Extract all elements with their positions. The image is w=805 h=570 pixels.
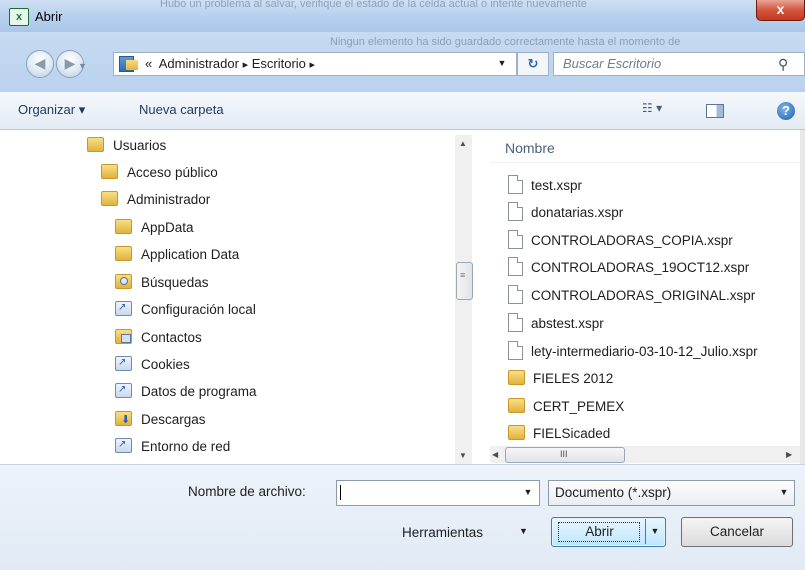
change-view-icon[interactable]: ☷ ▾ (642, 101, 662, 115)
file-type-dropdown-icon[interactable]: ▼ (776, 481, 792, 503)
folder-icon (101, 191, 118, 206)
filename-dropdown-icon[interactable]: ▼ (519, 481, 537, 503)
folder-icon (508, 370, 525, 385)
tree-item-configuracion-local[interactable]: Configuración local (115, 297, 256, 321)
column-header-name[interactable]: Nombre (505, 140, 555, 156)
file-icon (508, 230, 523, 249)
scrollbar-thumb[interactable] (456, 262, 473, 300)
breadcrumb-separator-icon[interactable]: ▸ (243, 59, 249, 71)
file-type-value: Documento (*.xspr) (555, 485, 672, 500)
scrollbar-grip-icon: III (560, 449, 568, 459)
shortcut-icon (115, 434, 132, 456)
file-list-vertical-scrollbar[interactable] (800, 130, 805, 464)
folder-icon (87, 137, 104, 152)
folder-item-fieles-2012[interactable]: FIELES 2012 (508, 368, 613, 390)
search-placeholder: Buscar Escritorio (563, 56, 662, 71)
filename-input[interactable] (336, 480, 540, 506)
tree-item-descargas[interactable]: Descargas (115, 409, 206, 431)
file-item-controladoras-copia[interactable]: CONTROLADORAS_COPIA.xspr (508, 230, 733, 252)
folder-item-fielsicaded[interactable]: FIELSicaded (508, 423, 610, 445)
tree-item-entorno-de-red[interactable]: Entorno de red (115, 434, 230, 458)
window-title: Abrir (35, 9, 63, 24)
scroll-down-icon[interactable]: ▼ (459, 451, 467, 460)
file-icon (508, 285, 523, 304)
navigation-pane (0, 130, 478, 464)
file-item-lety-intermediario[interactable]: lety-intermediario-03-10-12_Julio.xspr (508, 341, 800, 363)
scroll-right-icon[interactable]: ▶ (786, 450, 792, 459)
focus-rectangle (558, 522, 640, 542)
file-item-abstest[interactable]: abstest.xspr (508, 313, 604, 335)
open-options-dropdown-icon[interactable]: ▼ (648, 517, 662, 545)
tree-item-datos-de-programa[interactable]: Datos de programa (115, 379, 257, 403)
file-item-controladoras-original[interactable]: CONTROLADORAS_ORIGINAL.xspr (508, 285, 755, 307)
cancel-button[interactable]: Cancelar (681, 517, 793, 547)
contacts-folder-icon (115, 329, 132, 344)
tree-item-contactos[interactable]: Contactos (115, 327, 202, 349)
file-item-controladoras-19oct12[interactable]: CONTROLADORAS_19OCT12.xspr (508, 257, 749, 279)
tree-item-acceso-publico[interactable]: Acceso público (101, 162, 218, 184)
file-icon (508, 257, 523, 276)
tools-dropdown-icon[interactable]: ▼ (519, 526, 528, 536)
breadcrumb-administrador[interactable]: Administrador (159, 56, 239, 71)
file-item-donatarias[interactable]: donatarias.xspr (508, 202, 623, 224)
file-item-test[interactable]: test.xspr (508, 175, 582, 197)
tools-button[interactable]: Herramientas (402, 525, 483, 540)
folder-icon (101, 164, 118, 179)
back-button[interactable]: ◀ (26, 50, 54, 78)
breadcrumb: « Administrador ▸ Escritorio ▸ (145, 53, 315, 75)
command-bar (0, 92, 805, 130)
filename-label: Nombre de archivo: (188, 484, 306, 499)
file-icon (508, 313, 523, 332)
column-header-divider (490, 162, 800, 163)
organize-button[interactable]: Organizar ▾ (18, 102, 85, 118)
tree-item-busquedas[interactable]: Búsquedas (115, 272, 209, 294)
breadcrumb-overflow[interactable]: « (145, 56, 152, 71)
downloads-folder-icon (115, 409, 132, 431)
open-split-divider (645, 519, 646, 544)
address-dropdown-icon[interactable]: ▼ (492, 52, 512, 74)
folder-icon (115, 246, 132, 261)
background-text-1: Hubo un problema al salvar, verifique el… (160, 0, 587, 10)
preview-pane-icon[interactable] (706, 104, 724, 118)
scroll-up-icon[interactable]: ▲ (459, 139, 467, 148)
help-icon[interactable]: ? (777, 102, 795, 120)
tree-item-usuarios[interactable]: Usuarios (87, 135, 166, 157)
scroll-left-icon[interactable]: ◀ (492, 450, 498, 459)
text-caret (340, 485, 341, 500)
tree-item-administrador[interactable]: Administrador (101, 189, 210, 211)
breadcrumb-escritorio[interactable]: Escritorio (252, 56, 306, 71)
tree-item-cookies[interactable]: Cookies (115, 352, 190, 376)
folder-icon (115, 219, 132, 234)
background-text-2: Ningun elemento ha sido guardado correct… (330, 36, 681, 48)
refresh-button[interactable]: ↻ (517, 52, 549, 76)
shortcut-icon (115, 379, 132, 401)
folder-icon (508, 398, 525, 413)
file-icon (508, 341, 523, 360)
shortcut-icon (115, 297, 132, 319)
file-icon (508, 175, 523, 194)
search-folder-icon (115, 274, 132, 289)
search-icon[interactable]: ⚲ (778, 53, 788, 75)
folder-location-icon (126, 60, 138, 70)
shortcut-icon (115, 352, 132, 374)
folder-item-cert-pemex[interactable]: CERT_PEMEX (508, 396, 624, 418)
folder-icon (508, 425, 525, 440)
excel-app-icon: x (9, 8, 29, 26)
new-folder-button[interactable]: Nueva carpeta (139, 102, 224, 117)
recent-locations-dropdown-icon[interactable]: ▼ (78, 61, 87, 71)
breadcrumb-separator-icon[interactable]: ▸ (310, 59, 316, 71)
tree-item-appdata[interactable]: AppData (115, 217, 194, 239)
file-icon (508, 202, 523, 221)
tree-item-application-data[interactable]: Application Data (115, 244, 239, 266)
close-button[interactable]: x (756, 0, 805, 21)
scrollbar-grip-icon: ≡ (460, 270, 466, 280)
